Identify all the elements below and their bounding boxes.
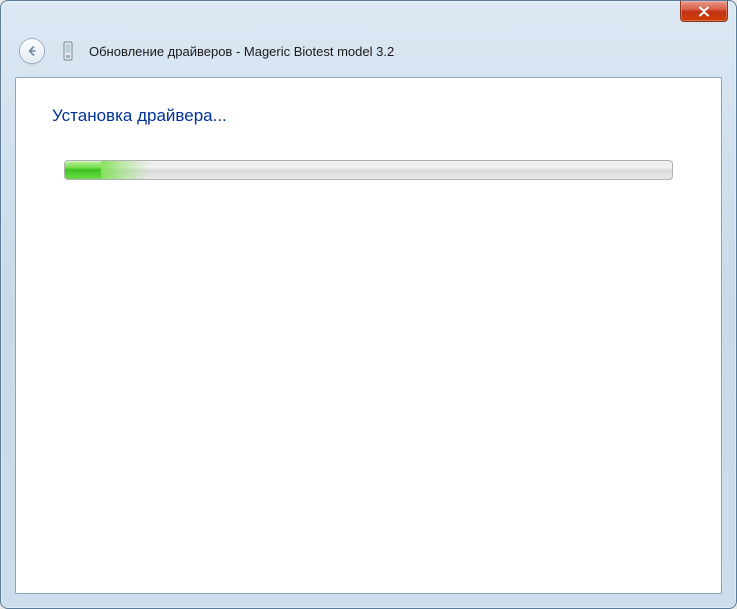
- content-panel: Установка драйвера...: [15, 77, 722, 594]
- header-bar: Обновление драйверов - Mageric Biotest m…: [1, 31, 736, 71]
- progress-glow: [101, 161, 150, 179]
- close-button[interactable]: [680, 1, 728, 22]
- progress-fill: [65, 161, 101, 179]
- close-icon: [698, 6, 710, 17]
- back-button[interactable]: [19, 38, 45, 64]
- dialog-window: Обновление драйверов - Mageric Biotest m…: [0, 0, 737, 609]
- main-heading: Установка драйвера...: [16, 78, 721, 126]
- back-arrow-icon: [25, 44, 39, 58]
- device-icon: [59, 40, 77, 62]
- window-title: Обновление драйверов - Mageric Biotest m…: [89, 44, 394, 59]
- progress-bar: [64, 160, 673, 180]
- titlebar: [1, 1, 736, 31]
